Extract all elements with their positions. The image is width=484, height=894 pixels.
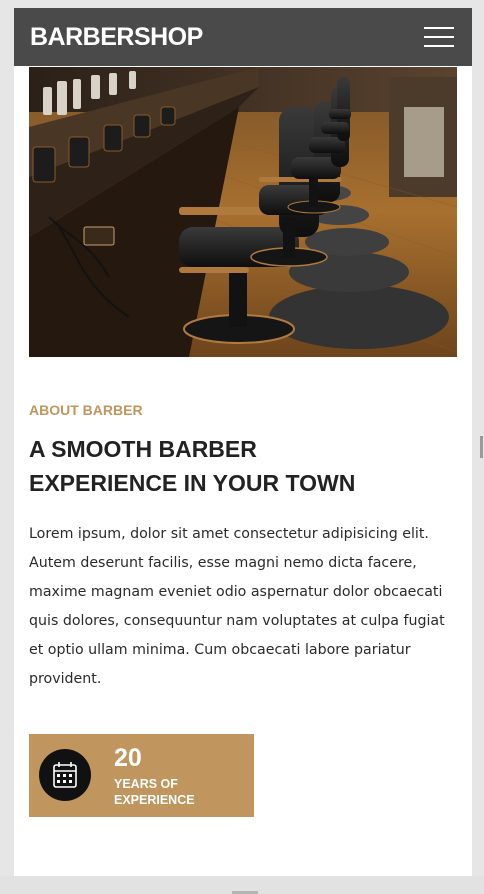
menu-bar (424, 27, 454, 29)
calendar-icon-graphic (53, 762, 77, 788)
experience-badge: 20 YEARS OF EXPERIENCE (29, 734, 254, 817)
barbershop-chairs-photo (29, 67, 457, 357)
experience-label-line2: EXPERIENCE (114, 793, 195, 807)
about-heading: A SMOOTH BARBER EXPERIENCE IN YOUR TOWN (29, 432, 449, 500)
about-heading-line2: EXPERIENCE IN YOUR TOWN (29, 470, 356, 496)
experience-label: YEARS OF EXPERIENCE (114, 776, 234, 808)
hamburger-menu-icon[interactable] (424, 27, 454, 47)
brand-logo[interactable]: BARBERSHOP (30, 25, 203, 50)
navbar: BARBERSHOP (14, 8, 472, 66)
experience-label-line1: YEARS OF (114, 777, 178, 791)
page-container: BARBERSHOP ABOUT BARBER A SMOOTH BARBER … (14, 8, 472, 876)
menu-bar (424, 45, 454, 47)
hero-image (29, 67, 457, 357)
menu-bar (424, 36, 454, 38)
experience-years-number: 20 (114, 744, 142, 772)
about-eyebrow: ABOUT BARBER (29, 402, 143, 418)
calendar-icon (39, 749, 91, 801)
about-heading-line1: A SMOOTH BARBER (29, 436, 257, 462)
about-body-text: Lorem ipsum, dolor sit amet consectetur … (29, 526, 445, 687)
scrollbar-handle[interactable] (480, 436, 483, 458)
